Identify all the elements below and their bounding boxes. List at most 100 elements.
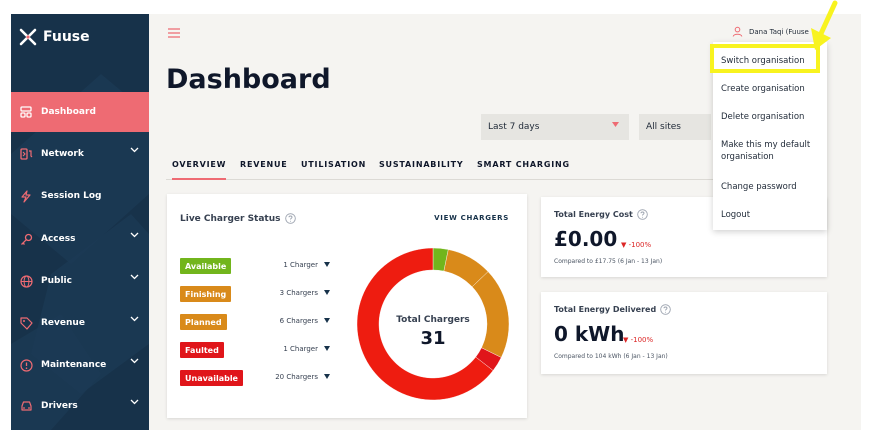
energy-cost-value: £0.00 [554,227,618,251]
sidebar-item-label: Dashboard [41,107,96,117]
help-icon[interactable] [660,304,671,315]
tab-smart-charging[interactable]: SMART CHARGING [477,158,570,180]
live-charger-status-card: Live Charger Status VIEW CHARGERS Availa… [167,194,527,418]
menu-item-delete-organisation[interactable]: Delete organisation [721,111,821,123]
dashboard-icon [19,105,33,119]
sidebar-item-network[interactable]: Network [11,134,149,174]
sidebar-item-label: Access [41,234,76,244]
menu-item-create-organisation[interactable]: Create organisation [721,83,821,95]
status-count: 20 Chargers [275,373,318,381]
energy-cost-delta: ▼ -100% [621,241,651,249]
user-menu-trigger[interactable]: Dana Taqi (Fuuse [732,26,809,37]
tab-overview[interactable]: OVERVIEW [172,158,226,180]
sidebar-item-label: Network [41,149,84,159]
menu-item-logout[interactable]: Logout [721,209,821,221]
card-title-text: Total Energy Cost [554,210,633,219]
status-row-planned[interactable]: Planned 6 Chargers [180,314,330,330]
energy-delivered-value: 0 kWh [554,322,625,346]
sidebar-item-label: Revenue [41,318,85,328]
menu-icon[interactable] [167,28,181,38]
dashboard-tabs: OVERVIEW REVENUE UTILISATION SUSTAINABIL… [166,158,726,180]
chevron-down-icon [130,316,139,322]
alert-circle-icon [19,358,33,372]
status-badge: Planned [180,314,227,330]
tab-utilisation[interactable]: UTILISATION [301,158,366,180]
page-title: Dashboard [166,64,331,95]
network-icon [19,147,33,161]
sidebar-item-drivers[interactable]: Drivers [11,386,149,426]
sidebar-item-label: Session Log [41,191,102,201]
live-charger-status-title: Live Charger Status [180,213,296,224]
donut-center-value: 31 [420,328,445,349]
donut-slice-planned[interactable] [471,271,510,358]
down-triangle-icon: ▼ [621,241,627,249]
sites-select[interactable]: All sites [639,114,711,140]
sidebar-item-public[interactable]: Public [11,261,149,301]
energy-delivered-title: Total Energy Delivered [554,304,671,315]
lightning-icon [19,189,33,203]
status-row-available[interactable]: Available 1 Charger [180,258,330,274]
sidebar-item-maintenance[interactable]: Maintenance [11,345,149,385]
sidebar-item-revenue[interactable]: Revenue [11,303,149,343]
status-badge: Finishing [180,286,232,302]
sidebar-item-label: Drivers [41,401,78,411]
fuuse-logo-icon [19,28,37,46]
sidebar-item-label: Maintenance [41,360,107,370]
status-count: 1 Charger [283,345,318,353]
delta-text: -100% [630,336,654,344]
status-count: 6 Chargers [279,317,318,325]
chevron-down-icon [130,274,139,280]
sidebar-item-session-log[interactable]: Session Log [11,176,149,216]
chevron-down-icon [130,232,139,238]
brand-name: Fuuse [43,29,90,45]
sidebar-item-dashboard[interactable]: Dashboard [11,92,149,132]
caret-down-icon [324,318,330,323]
tab-sustainability[interactable]: SUSTAINABILITY [379,158,464,180]
donut-center-label: Total Chargers [396,315,470,325]
down-triangle-icon: ▼ [623,336,629,344]
card-title-text: Live Charger Status [180,213,281,224]
status-row-faulted[interactable]: Faulted 1 Charger [180,342,330,358]
help-icon[interactable] [637,209,648,220]
delta-text: -100% [628,241,652,249]
caret-down-icon [324,262,330,267]
chevron-down-icon [130,147,139,153]
period-select[interactable]: Last 7 days [481,114,629,140]
status-badge: Unavailable [180,370,243,386]
card-title-text: Total Energy Delivered [554,305,657,314]
tab-revenue[interactable]: REVENUE [240,158,288,180]
user-name: Dana Taqi (Fuuse [749,27,809,36]
sidebar-item-label: Public [41,276,72,286]
help-icon[interactable] [284,213,296,224]
chevron-down-icon [130,399,139,405]
menu-item-change-password[interactable]: Change password [721,181,821,193]
caret-down-icon [324,290,330,295]
sidebar: Fuuse Dashboard Network Session Log Acce… [11,14,149,430]
key-icon [19,232,33,246]
car-icon [19,399,33,413]
energy-cost-title: Total Energy Cost [554,209,648,220]
sidebar-item-access[interactable]: Access [11,219,149,259]
brand-logo[interactable]: Fuuse [19,26,90,48]
globe-icon [19,274,33,288]
period-select-value: Last 7 days [488,122,540,132]
tag-icon [19,316,33,330]
menu-item-make-default-organisation[interactable]: Make this my default organisation [721,139,821,163]
status-count: 1 Charger [283,261,318,269]
view-chargers-link[interactable]: VIEW CHARGERS [434,214,509,222]
annotation-arrow-icon [811,0,838,50]
caret-down-icon [612,122,619,127]
charger-status-donut-chart: Total Chargers 31 [356,247,510,401]
energy-delivered-delta: ▼ -100% [623,336,653,344]
caret-down-icon [324,346,330,351]
total-energy-delivered-card: Total Energy Delivered 0 kWh ▼ -100% Com… [541,292,827,374]
user-icon [732,26,743,37]
caret-down-icon [324,374,330,379]
app-frame: Fuuse Dashboard Network Session Log Acce… [0,0,876,440]
status-row-unavailable[interactable]: Unavailable 20 Chargers [180,370,330,386]
status-row-finishing[interactable]: Finishing 3 Chargers [180,286,330,302]
status-badge: Faulted [180,342,224,358]
annotation-highlight-box [710,44,820,73]
status-badge: Available [180,258,232,274]
energy-delivered-comparison: Compared to 104 kWh (6 Jan - 13 Jan) [554,353,668,360]
